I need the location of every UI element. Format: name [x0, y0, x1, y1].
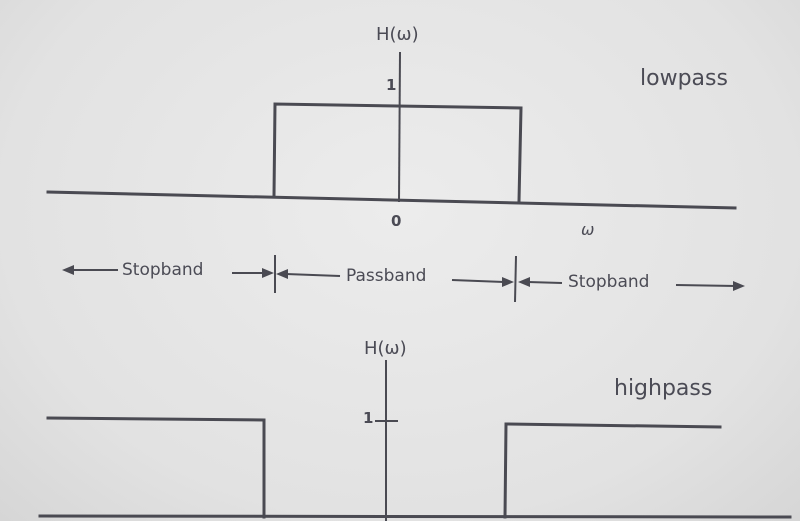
passband-right-arrow-icon	[502, 277, 514, 287]
filter-diagram: H(ω) 1 lowpass 0 ω Stopband Passband Sto…	[0, 0, 800, 521]
highpass-unity-tick-label: 1	[363, 409, 374, 427]
highpass-frequency-axis	[38, 514, 792, 519]
origin-label: 0	[391, 212, 402, 230]
right-stopband-line	[675, 284, 737, 287]
lowpass-title: lowpass	[640, 66, 728, 91]
left-stopband-label: Stopband	[122, 260, 204, 280]
highpass-right-response	[503, 422, 722, 519]
omega-axis-label: ω	[581, 220, 595, 239]
highpass-left-response	[46, 416, 266, 519]
passband-label: Passband	[346, 266, 427, 286]
right-stopband-label: Stopband	[568, 272, 650, 292]
highpass-axis-label: H(ω)	[364, 338, 407, 359]
highpass-title: highpass	[614, 376, 713, 401]
left-stopband-arrow-icon	[62, 265, 74, 275]
lowpass-unity-tick-label: 1	[386, 76, 397, 94]
lowpass-response-curve	[272, 102, 523, 203]
right-stopband-arrow-icon	[733, 281, 745, 291]
passband-left-line	[285, 273, 341, 277]
right-band-boundary-marker	[514, 255, 517, 303]
lowpass-frequency-axis	[46, 190, 737, 210]
passband-right-line	[451, 279, 505, 283]
lowpass-magnitude-axis	[398, 51, 401, 203]
left-boundary-arrow-icon	[262, 268, 274, 278]
right-stopband-left-line	[527, 281, 563, 284]
lowpass-axis-label: H(ω)	[376, 24, 419, 45]
